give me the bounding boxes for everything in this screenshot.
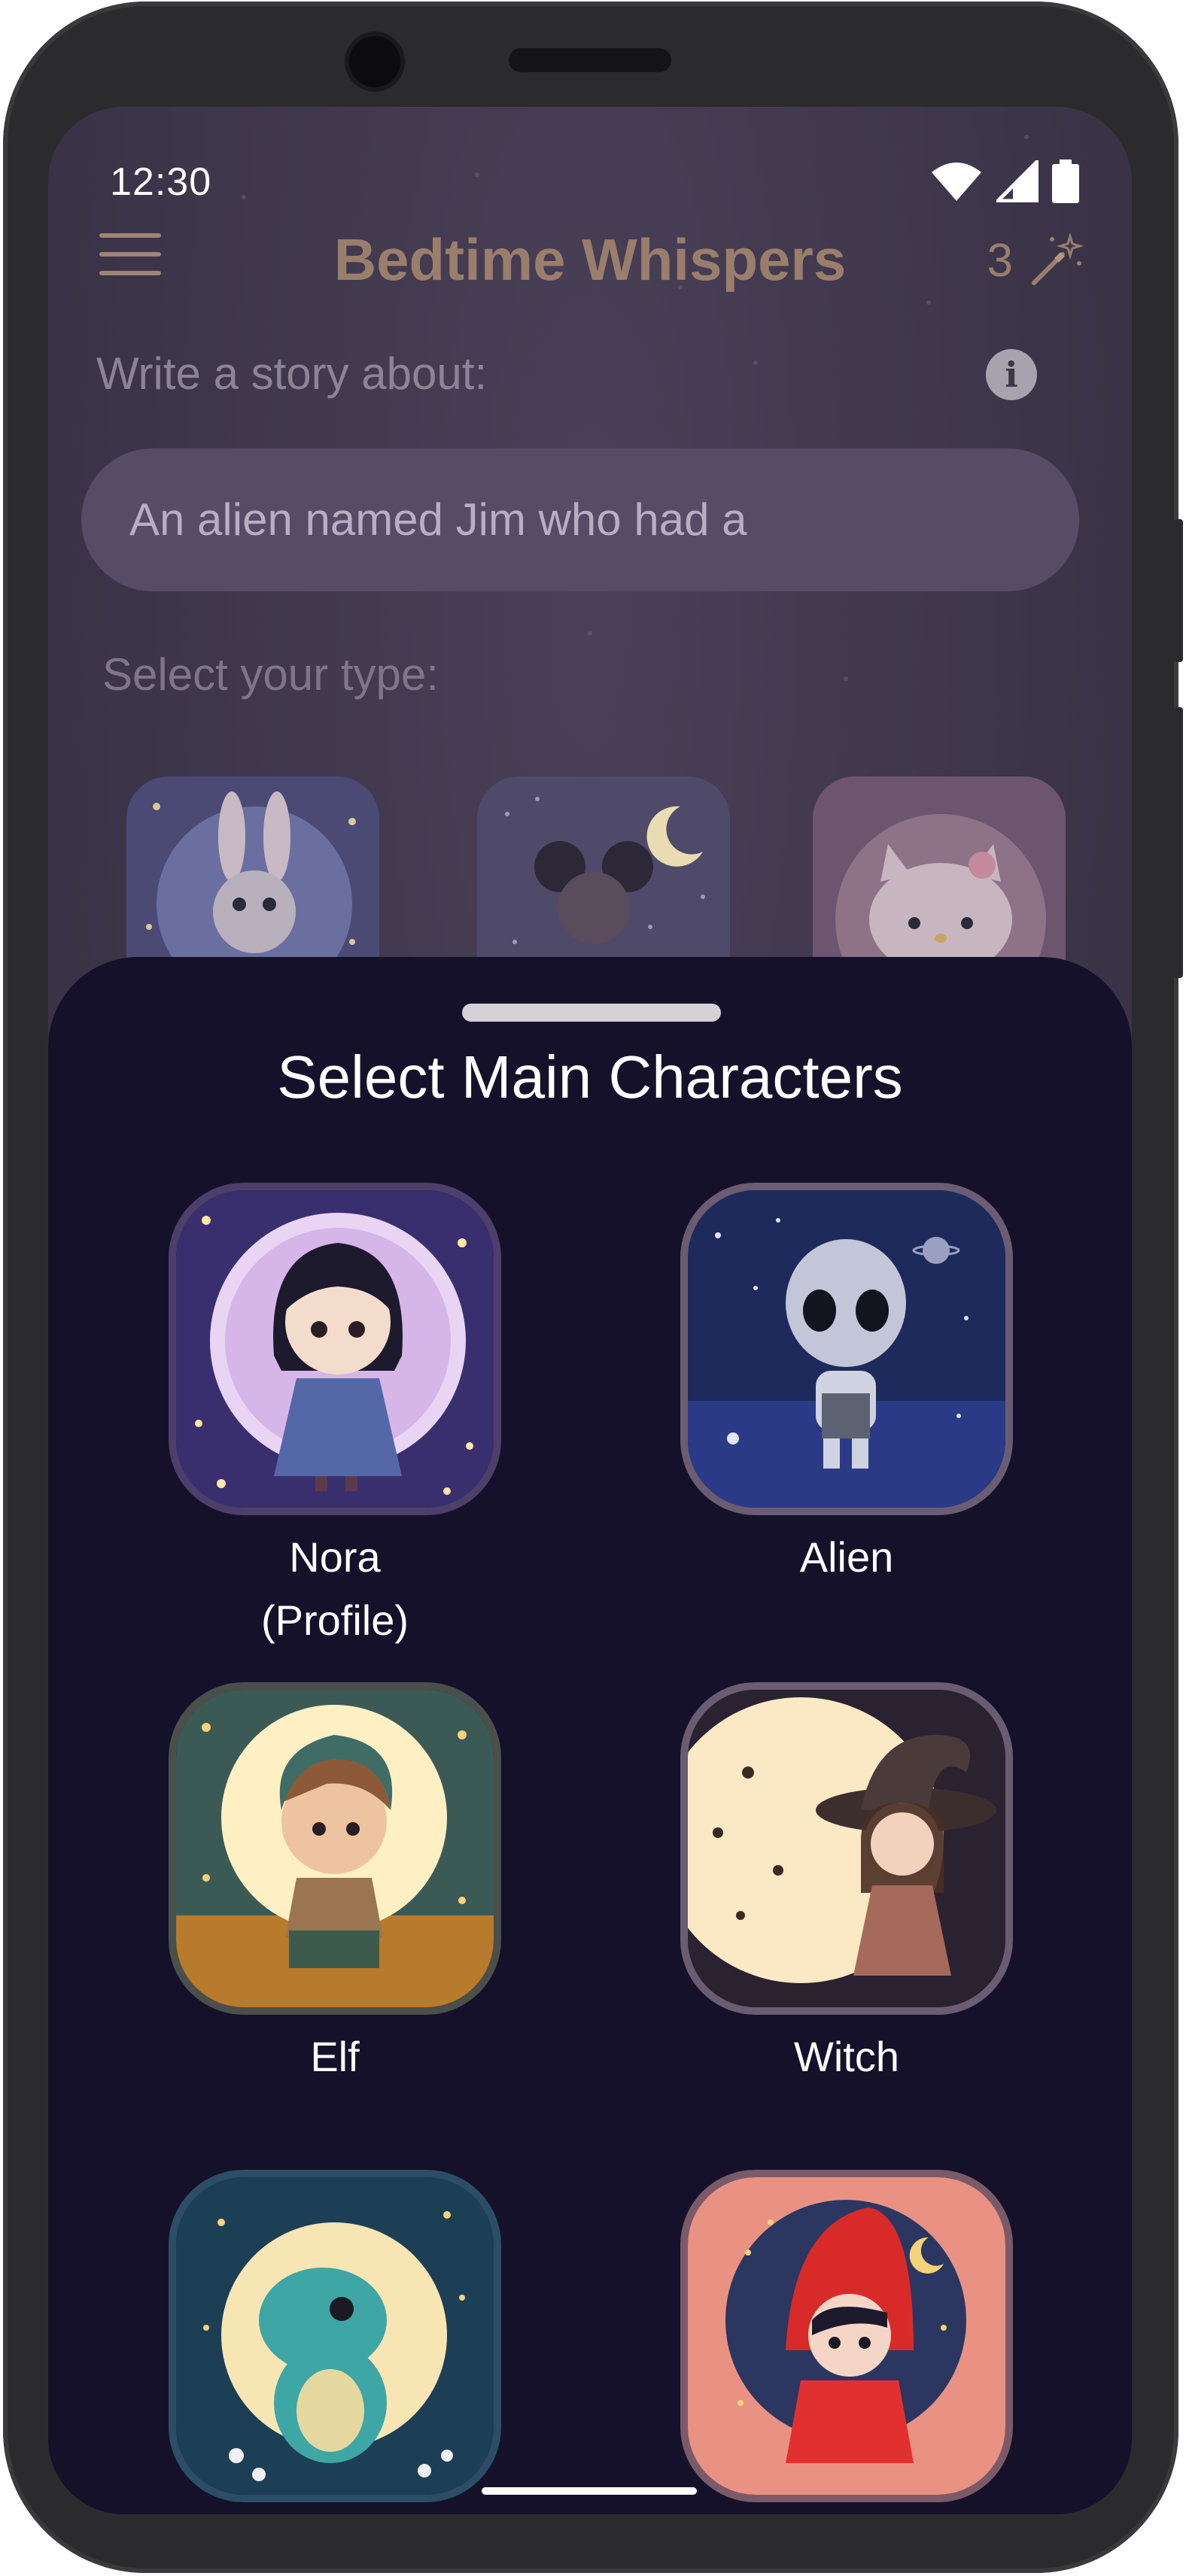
home-indicator[interactable] bbox=[482, 2487, 697, 2495]
character-card-alien[interactable] bbox=[680, 1183, 1013, 1515]
status-time: 12:30 bbox=[110, 160, 212, 204]
elf-image bbox=[176, 1690, 494, 2007]
device-frame: 12:30 Bedtime Whispers 3 Write a story a… bbox=[0, 0, 1186, 2576]
signal-icon bbox=[996, 160, 1039, 202]
character-label-alien: Alien bbox=[680, 1526, 1013, 1589]
character-name-nora: Nora bbox=[289, 1533, 381, 1581]
character-label-nora: Nora (Profile) bbox=[169, 1526, 501, 1652]
power-button bbox=[1174, 519, 1183, 662]
character-name-elf: Elf bbox=[310, 2033, 360, 2080]
character-card-witch[interactable] bbox=[680, 1682, 1013, 2015]
character-card-dinosaur[interactable] bbox=[169, 2170, 501, 2502]
sheet-title: Select Main Characters bbox=[277, 1043, 903, 1110]
wifi-icon bbox=[932, 163, 981, 201]
story-prompt-input[interactable] bbox=[81, 448, 1079, 591]
alien-image bbox=[688, 1190, 1005, 1508]
character-label-elf: Elf bbox=[169, 2025, 501, 2088]
front-camera bbox=[349, 36, 400, 87]
earpiece-speaker bbox=[509, 48, 671, 72]
battery-icon bbox=[1052, 159, 1079, 203]
character-card-nora[interactable] bbox=[169, 1183, 501, 1515]
type-section-label: Select your type: bbox=[102, 649, 439, 700]
prompt-label: Write a story about: bbox=[96, 348, 488, 399]
witch-image bbox=[688, 1690, 1005, 2007]
red-hood-image bbox=[688, 2177, 1005, 2495]
character-card-elf[interactable] bbox=[169, 1682, 501, 2015]
character-name-alien: Alien bbox=[799, 1533, 894, 1581]
character-subtitle-nora: (Profile) bbox=[260, 1596, 409, 1644]
dinosaur-image bbox=[176, 2177, 494, 2495]
status-icons bbox=[930, 159, 1079, 203]
character-card-red-hood[interactable] bbox=[680, 2170, 1013, 2502]
app-title: Bedtime Whispers bbox=[333, 226, 847, 293]
volume-button bbox=[1174, 707, 1183, 978]
character-name-witch: Witch bbox=[794, 2033, 899, 2080]
credits-button[interactable]: 3 bbox=[987, 233, 1084, 287]
sheet-drag-handle[interactable] bbox=[462, 1004, 721, 1022]
info-icon[interactable]: i bbox=[986, 349, 1037, 400]
character-label-witch: Witch bbox=[680, 2025, 1013, 2088]
app-screen: 12:30 Bedtime Whispers 3 Write a story a… bbox=[48, 107, 1132, 2514]
magic-wand-icon bbox=[1032, 233, 1084, 285]
nora-image bbox=[176, 1190, 494, 1508]
credit-count: 3 bbox=[987, 234, 1013, 287]
